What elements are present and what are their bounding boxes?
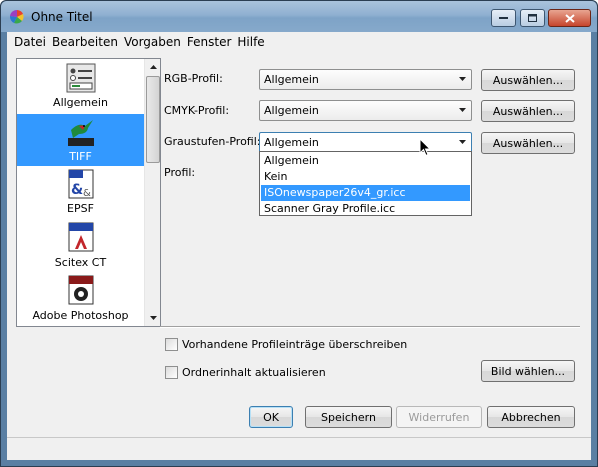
svg-text:&: &	[83, 188, 91, 199]
list-item-partial	[17, 322, 144, 327]
dropdown-option-allgemein[interactable]: Allgemein	[261, 153, 470, 169]
gray-profile-label: Graustufen-Profil:	[164, 135, 261, 148]
maximize-button[interactable]	[520, 9, 545, 27]
menu-fenster[interactable]: Fenster	[184, 32, 235, 52]
revert-button: Widerrufen	[396, 406, 482, 428]
gray-select-button[interactable]: Auswählen...	[481, 132, 575, 154]
menu-bearbeiten[interactable]: Bearbeiten	[49, 32, 121, 52]
scroll-thumb[interactable]	[146, 76, 160, 163]
arrow-up-icon	[149, 65, 157, 69]
document-icon	[65, 326, 97, 327]
scroll-up-button[interactable]	[145, 59, 160, 75]
chevron-down-icon	[459, 108, 466, 112]
ok-button[interactable]: OK	[249, 406, 293, 428]
list-item-scitex[interactable]: Scitex CT	[17, 220, 144, 272]
cancel-button[interactable]: Abbrechen	[487, 406, 575, 428]
photoshop-photo-icon	[68, 275, 94, 305]
maximize-icon	[528, 14, 537, 22]
minimize-button[interactable]	[491, 9, 516, 27]
epsf-icon: & &	[68, 169, 94, 199]
list-item-label: TIFF	[69, 150, 92, 163]
choose-image-button[interactable]: Bild wählen...	[481, 360, 575, 382]
cmyk-select-button[interactable]: Auswählen...	[481, 100, 575, 122]
overwrite-label[interactable]: Vorhandene Profileinträge überschreiben	[182, 338, 407, 351]
main-window: Ohne Titel Datei Bearbeiten Vorgaben Fen…	[0, 0, 598, 467]
dropdown-option-isonewspaper[interactable]: ISOnewspaper26v4_gr.icc	[261, 185, 470, 201]
minimize-icon	[499, 17, 508, 19]
scroll-down-button[interactable]	[145, 310, 160, 326]
menu-datei[interactable]: Datei	[11, 32, 49, 52]
refresh-checkbox[interactable]	[165, 366, 178, 379]
list-scrollbar[interactable]	[144, 59, 160, 326]
list-item-epsf[interactable]: & & EPSF	[17, 168, 144, 218]
app-color-wheel-icon	[9, 9, 24, 24]
profile-label: Profil:	[164, 166, 196, 179]
status-bar	[7, 437, 591, 459]
mouse-cursor-icon	[419, 138, 431, 157]
general-settings-icon	[66, 63, 96, 93]
list-item-tiff[interactable]: TIFF	[17, 114, 144, 166]
arrow-down-icon	[149, 316, 157, 320]
svg-text:&: &	[71, 182, 83, 198]
menu-bar: Datei Bearbeiten Vorgaben Fenster Hilfe	[7, 32, 591, 52]
dialog-client-area: Allgemein TIFF & & EPSF Scitex CT Adobe …	[7, 52, 591, 460]
list-item-allgemein[interactable]: Allgemein	[17, 59, 144, 114]
overwrite-checkbox[interactable]	[165, 338, 178, 351]
menu-vorgaben[interactable]: Vorgaben	[121, 32, 184, 52]
gray-profile-value: Allgemein	[264, 136, 319, 149]
close-button[interactable]	[548, 9, 591, 27]
dropdown-option-scanner-gray[interactable]: Scanner Gray Profile.icc	[261, 201, 470, 217]
menu-hilfe[interactable]: Hilfe	[234, 32, 267, 52]
cmyk-profile-label: CMYK-Profil:	[164, 104, 230, 117]
title-bar[interactable]: Ohne Titel	[1, 1, 597, 32]
chevron-down-icon	[459, 77, 466, 81]
list-item-label: Allgemein	[53, 96, 108, 109]
rgb-select-button[interactable]: Auswählen...	[481, 69, 575, 91]
refresh-label[interactable]: Ordnerinhalt aktualisieren	[182, 366, 326, 379]
separator	[160, 326, 580, 328]
rgb-profile-value: Allgemein	[264, 73, 319, 86]
format-list[interactable]: Allgemein TIFF & & EPSF Scitex CT Adobe …	[16, 58, 161, 327]
gray-profile-dropdown[interactable]: Allgemein Kein ISOnewspaper26v4_gr.icc S…	[259, 151, 472, 216]
rgb-profile-select[interactable]: Allgemein	[259, 69, 472, 90]
cmyk-profile-select[interactable]: Allgemein	[259, 100, 472, 121]
rgb-profile-label: RGB-Profil:	[164, 72, 223, 85]
gray-profile-select[interactable]: Allgemein	[259, 132, 472, 153]
list-item-label: Scitex CT	[54, 256, 107, 269]
chevron-down-icon	[459, 140, 466, 144]
list-item-label: EPSF	[67, 202, 94, 215]
cmyk-profile-value: Allgemein	[264, 104, 319, 117]
scitex-icon	[68, 222, 94, 252]
dropdown-option-kein[interactable]: Kein	[261, 169, 470, 185]
list-item-label: Adobe Photoshop	[32, 309, 129, 322]
tiff-hummingbird-icon	[68, 120, 94, 146]
close-icon	[564, 13, 575, 23]
save-button[interactable]: Speichern	[305, 406, 392, 428]
list-item-photoshop[interactable]: Adobe Photoshop	[17, 272, 144, 324]
window-title: Ohne Titel	[31, 10, 93, 24]
